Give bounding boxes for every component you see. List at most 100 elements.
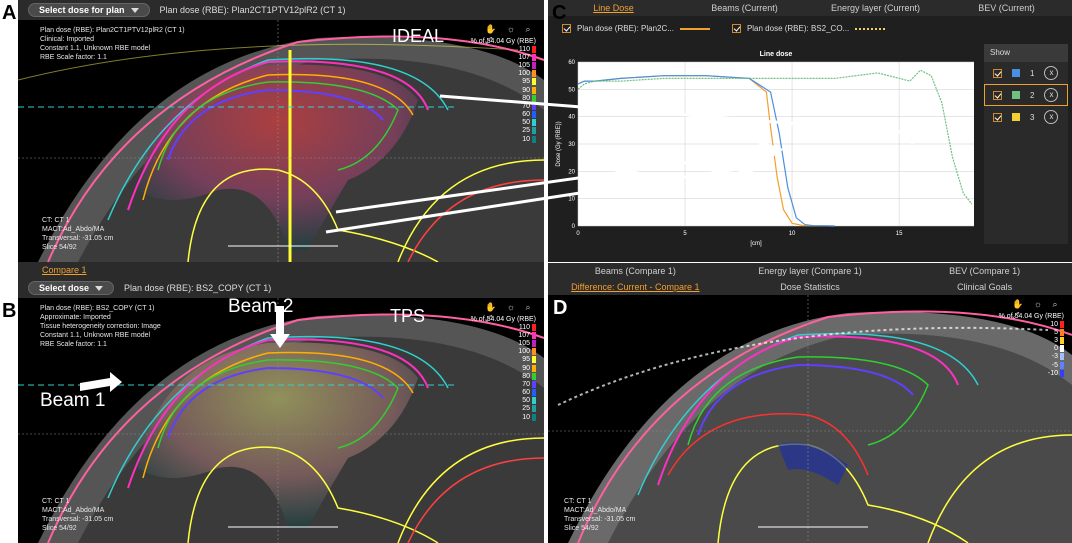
tab-dose-statistics[interactable]: Dose Statistics [723, 279, 898, 295]
y-tick-label: 10 [568, 197, 575, 203]
legend-level: 10 [480, 135, 536, 143]
legend-level: -5 [1008, 361, 1064, 369]
legend-level-label: 110 [518, 45, 530, 53]
row-number: 3 [1030, 112, 1035, 122]
legend-level: 100 [480, 348, 536, 356]
tab-bev-compare[interactable]: BEV (Compare 1) [897, 263, 1072, 279]
panel-a-info: Plan dose (RBE): Plan2CT1PTV12plR2 (CT 1… [40, 26, 185, 62]
checkbox-checked-icon[interactable] [993, 112, 1002, 122]
legend-level: 25 [480, 405, 536, 413]
beam-2-label: Beam 2 [228, 296, 294, 317]
legend-color-swatch [532, 119, 536, 127]
legend-color-swatch [532, 364, 536, 372]
legend-level-label: 3 [1054, 336, 1058, 344]
legend-color-swatch [532, 372, 536, 380]
legend-level: 60 [480, 111, 536, 119]
legend-level-label: 105 [518, 61, 530, 69]
show-row-2[interactable]: 2 x [984, 84, 1068, 106]
info-line: CT: CT 1 [564, 498, 592, 505]
legend-level: 110 [480, 323, 536, 331]
legend-level: 50 [480, 119, 536, 127]
legend-level: 10 [1008, 320, 1064, 328]
legend-level-label: -5 [1051, 361, 1058, 369]
legend-level-label: 0 [1054, 345, 1058, 353]
tab-energy-layer-compare[interactable]: Energy layer (Compare 1) [723, 263, 898, 279]
tab-line-dose[interactable]: Line Dose [548, 0, 679, 16]
series-legend: Plan dose (RBE): Plan2C... Plan dose (RB… [562, 24, 886, 33]
legend-color-swatch [532, 405, 536, 413]
legend-level: 10 [480, 413, 536, 421]
show-row-1[interactable]: 1 x [984, 62, 1068, 84]
legend-color-swatch [532, 380, 536, 388]
row-number: 2 [1030, 90, 1035, 100]
info-line: Tissue heterogeneity correction: Image [40, 323, 161, 330]
panel-d-bottom-info: CT: CT 1 MACT:Ad_Abdo/MA Transversal: -3… [564, 497, 635, 533]
tab-bev-current[interactable]: BEV (Current) [941, 0, 1072, 16]
tab-difference[interactable]: Difference: Current - Compare 1 [548, 279, 723, 295]
series-legend-item[interactable]: Plan dose (RBE): Plan2C... [562, 24, 710, 33]
compare-tab-bar[interactable]: Compare 1 [18, 262, 544, 278]
info-line: Plan dose (RBE): BS2_COPY (CT 1) [40, 305, 155, 312]
legend-level-label: 95 [522, 356, 530, 364]
legend-level: 107 [480, 331, 536, 339]
legend-level: 70 [480, 102, 536, 110]
checkbox-checked-icon[interactable] [562, 24, 571, 33]
close-icon[interactable]: x [1044, 88, 1059, 102]
line-dose-panel: Plan dose (RBE): Plan2C... Plan dose (RB… [548, 16, 1072, 262]
row-number: 1 [1030, 68, 1035, 78]
select-dose-label: Select dose for plan [39, 5, 125, 15]
panel-b-tps-view: Select dose Plan dose (RBE): BS2_COPY (C… [18, 278, 544, 543]
legend-color-swatch [532, 389, 536, 397]
legend-color-swatch [532, 348, 536, 356]
color-swatch [1012, 69, 1020, 77]
tab-beams-current[interactable]: Beams (Current) [679, 0, 810, 16]
legend-level-label: 107 [518, 331, 530, 339]
legend-title: % of 54.04 Gy (RBE) [470, 316, 536, 323]
tab-clinical-goals[interactable]: Clinical Goals [897, 279, 1072, 295]
info-line: Constant 1.1, Unknown RBE model [40, 332, 151, 339]
checkbox-checked-icon[interactable] [993, 90, 1002, 100]
tab-beams-compare[interactable]: Beams (Compare 1) [548, 263, 723, 279]
info-line: Slice 54/92 [564, 525, 599, 532]
legend-level: 95 [480, 78, 536, 86]
select-dose-for-plan-button[interactable]: Select dose for plan [28, 3, 150, 17]
y-tick-label: 50 [568, 87, 575, 93]
legend-color-swatch [532, 331, 536, 339]
legend-rows: 10 5 3 0 -3 -5 -10 [1008, 320, 1064, 377]
solid-line-swatch [679, 27, 710, 30]
beam-1-label: Beam 1 [40, 390, 106, 411]
legend-level: 80 [480, 94, 536, 102]
compare-1-tab[interactable]: Compare 1 [42, 265, 87, 275]
select-dose-button[interactable]: Select dose [28, 281, 115, 295]
series-legend-item[interactable]: Plan dose (RBE): BS2_CO... [731, 24, 886, 33]
legend-color-swatch [1060, 345, 1064, 353]
legend-level: 25 [480, 127, 536, 135]
legend-level-label: -3 [1051, 353, 1058, 361]
info-line: MACT:Ad_Abdo/MA [564, 507, 627, 514]
checkbox-checked-icon[interactable] [993, 68, 1002, 78]
info-line: RBE Scale factor: 1.1 [40, 341, 107, 348]
info-line: Transversal: -31.05 cm [564, 516, 636, 523]
legend-level: 110 [480, 45, 536, 53]
legend-color-swatch [532, 135, 536, 143]
panel-letter-a: A [2, 2, 17, 24]
panel-b-bottom-info: CT: CT 1 MACT:Ad_Abdo/MA Transversal: -3… [42, 497, 113, 533]
legend-level: 95 [480, 356, 536, 364]
ideal-label: IDEAL [392, 26, 445, 46]
chevron-down-icon [130, 7, 139, 13]
panel-b-info: Plan dose (RBE): BS2_COPY (CT 1) Approxi… [40, 304, 161, 349]
legend-level: 70 [480, 380, 536, 388]
legend-level-label: 70 [522, 102, 530, 110]
close-icon[interactable]: x [1044, 66, 1059, 80]
close-icon[interactable]: x [1044, 110, 1059, 124]
legend-color-swatch [532, 45, 536, 53]
legend-color-swatch [1060, 320, 1064, 328]
checkbox-checked-icon[interactable] [731, 24, 741, 33]
info-line: MACT:Ad_Abdo/MA [42, 226, 105, 233]
legend-level: 100 [480, 70, 536, 78]
tab-energy-layer-current[interactable]: Energy layer (Current) [810, 0, 941, 16]
legend-color-swatch [1060, 328, 1064, 336]
show-row-3[interactable]: 3 x [984, 106, 1068, 128]
legend-level-label: 110 [518, 323, 530, 331]
legend-level: 105 [480, 339, 536, 347]
